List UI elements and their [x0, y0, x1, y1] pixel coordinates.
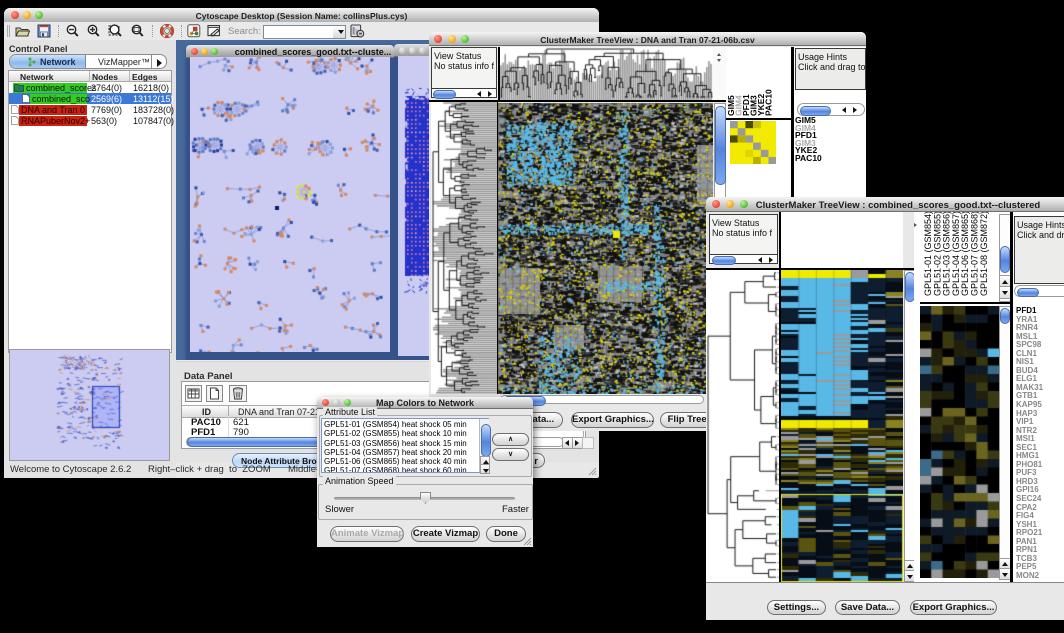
svg-text:PAC10: PAC10 [764, 89, 774, 116]
svg-text:GPL51-08 (GSM872): GPL51-08 (GSM872) [979, 212, 989, 296]
